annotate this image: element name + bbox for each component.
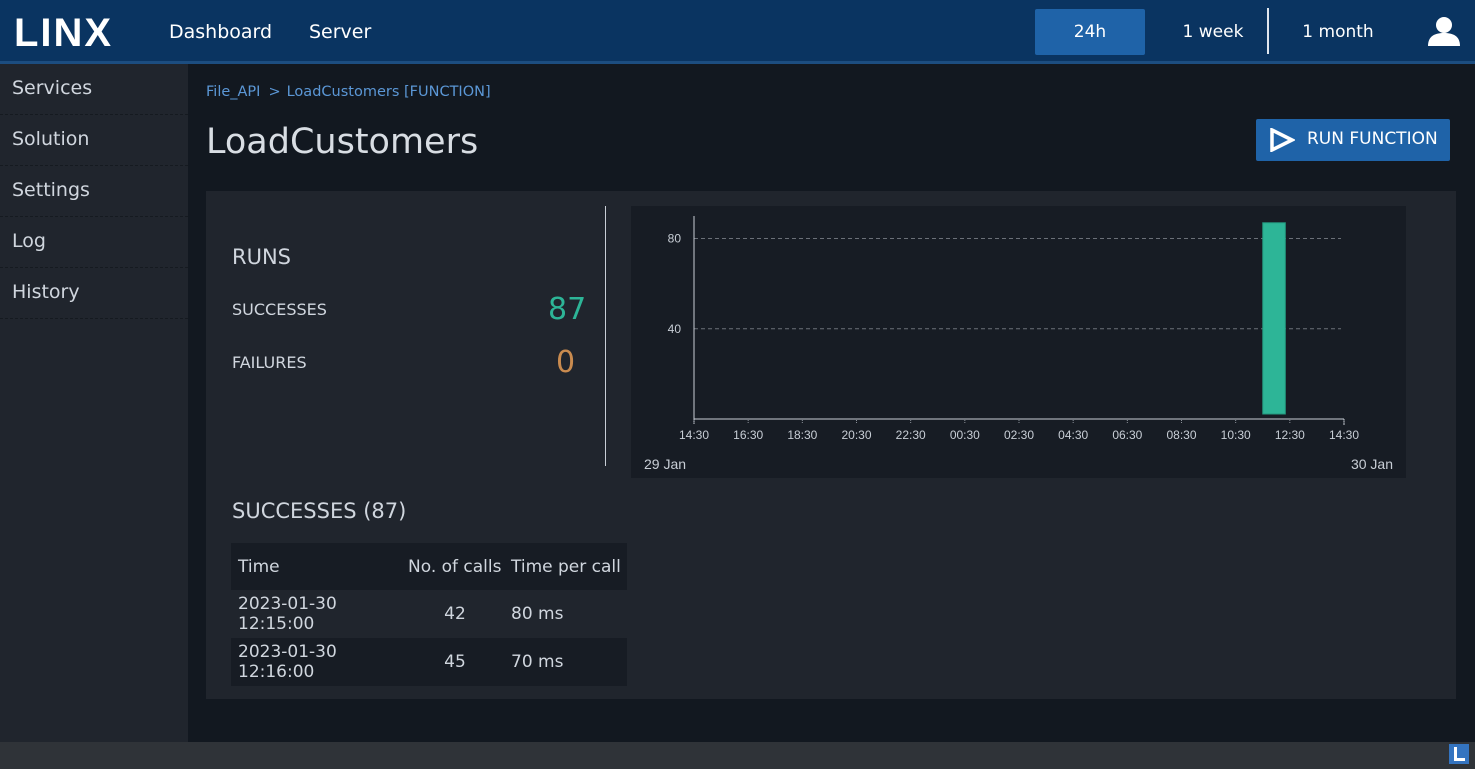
- x-tick-label: 14:30: [1329, 428, 1359, 442]
- user-icon[interactable]: [1427, 16, 1461, 46]
- table-row[interactable]: 2023-01-30 12:16:00 45 70 ms: [231, 638, 627, 686]
- range-1-month-button[interactable]: 1 month: [1285, 9, 1391, 55]
- cell-calls: 42: [403, 590, 507, 638]
- x-tick-label: 20:30: [841, 428, 871, 442]
- run-function-label: RUN FUNCTION: [1307, 129, 1438, 149]
- logo-text: LINX: [14, 14, 113, 50]
- x-tick-label: 16:30: [733, 428, 763, 442]
- successes-table: Time No. of calls Time per call 2023-01-…: [231, 543, 627, 686]
- x-tick-label: 08:30: [1166, 428, 1196, 442]
- cell-time-per-call: 80 ms: [507, 590, 627, 638]
- sidebar-item-history[interactable]: History: [0, 268, 188, 319]
- successes-bar: [1262, 222, 1286, 415]
- sidebar: Services Solution Settings Log History: [0, 64, 188, 742]
- x-tick-label: 12:30: [1275, 428, 1305, 442]
- function-stats-panel: RUNS SUCCESSES 87 FAILURES 0 40 80 14:30 16…: [206, 191, 1456, 699]
- cell-time-per-call: 70 ms: [507, 638, 627, 686]
- breadcrumb-parent-link[interactable]: File_API: [206, 84, 260, 100]
- linx-logo[interactable]: LINX: [14, 14, 140, 50]
- breadcrumb-current: LoadCustomers [FUNCTION]: [286, 84, 491, 100]
- x-tick-label: 18:30: [787, 428, 817, 442]
- linx-tray-icon[interactable]: [1449, 744, 1469, 764]
- failures-label: FAILURES: [232, 353, 307, 372]
- status-bar: [0, 742, 1475, 769]
- top-navigation-bar: LINX Dashboard Server 24h 1 week 1 month: [0, 0, 1475, 64]
- run-function-button[interactable]: RUN FUNCTION: [1256, 119, 1450, 161]
- nav-dashboard[interactable]: Dashboard: [169, 19, 272, 45]
- x-tick-label: 06:30: [1112, 428, 1142, 442]
- breadcrumb: File_API > LoadCustomers [FUNCTION]: [206, 84, 491, 100]
- x-tick-label: 10:30: [1221, 428, 1251, 442]
- runs-chart: 40 80 14:30 16:30 18:30 20:30 22:30 00:30 02:30 0…: [631, 206, 1406, 478]
- cell-calls: 45: [403, 638, 507, 686]
- range-1-week-button[interactable]: 1 week: [1160, 9, 1266, 55]
- sidebar-item-log[interactable]: Log: [0, 217, 188, 268]
- column-header-time-per-call[interactable]: Time per call: [507, 543, 627, 590]
- runs-title: RUNS: [232, 245, 292, 269]
- runs-chart-svg: 40 80 14:30 16:30 18:30 20:30 22:30 00:30 02:30 0…: [644, 216, 1393, 472]
- successes-table-title: SUCCESSES (87): [232, 499, 407, 523]
- x-start-date-label: 29 Jan: [644, 456, 686, 472]
- column-header-time[interactable]: Time: [231, 543, 403, 590]
- y-tick-label: 80: [668, 232, 682, 246]
- breadcrumb-separator: >: [268, 84, 281, 100]
- successes-label: SUCCESSES: [232, 300, 327, 319]
- x-end-date-label: 30 Jan: [1351, 456, 1393, 472]
- sidebar-item-settings[interactable]: Settings: [0, 166, 188, 217]
- x-tick-label: 14:30: [679, 428, 709, 442]
- table-row[interactable]: 2023-01-30 12:15:00 42 80 ms: [231, 590, 627, 638]
- stats-divider: [605, 206, 606, 466]
- y-tick-label: 40: [668, 322, 682, 336]
- range-divider: [1267, 8, 1269, 54]
- cell-time: 2023-01-30 12:16:00: [231, 638, 403, 686]
- column-header-calls[interactable]: No. of calls: [403, 543, 507, 590]
- x-tick-label: 04:30: [1058, 428, 1088, 442]
- x-tick-label: 02:30: [1004, 428, 1034, 442]
- x-tick-label: 22:30: [896, 428, 926, 442]
- sidebar-item-services[interactable]: Services: [0, 64, 188, 115]
- sidebar-item-solution[interactable]: Solution: [0, 115, 188, 166]
- page-title: LoadCustomers: [206, 122, 479, 162]
- range-24h-button[interactable]: 24h: [1035, 9, 1145, 55]
- table-header-row: Time No. of calls Time per call: [231, 543, 627, 590]
- play-icon: [1270, 128, 1295, 152]
- successes-count: 87: [548, 292, 587, 327]
- failures-count: 0: [556, 345, 576, 380]
- x-tick-label: 00:30: [950, 428, 980, 442]
- main-content: File_API > LoadCustomers [FUNCTION] LoadCu…: [188, 64, 1475, 742]
- cell-time: 2023-01-30 12:15:00: [231, 590, 403, 638]
- nav-server[interactable]: Server: [309, 19, 371, 45]
